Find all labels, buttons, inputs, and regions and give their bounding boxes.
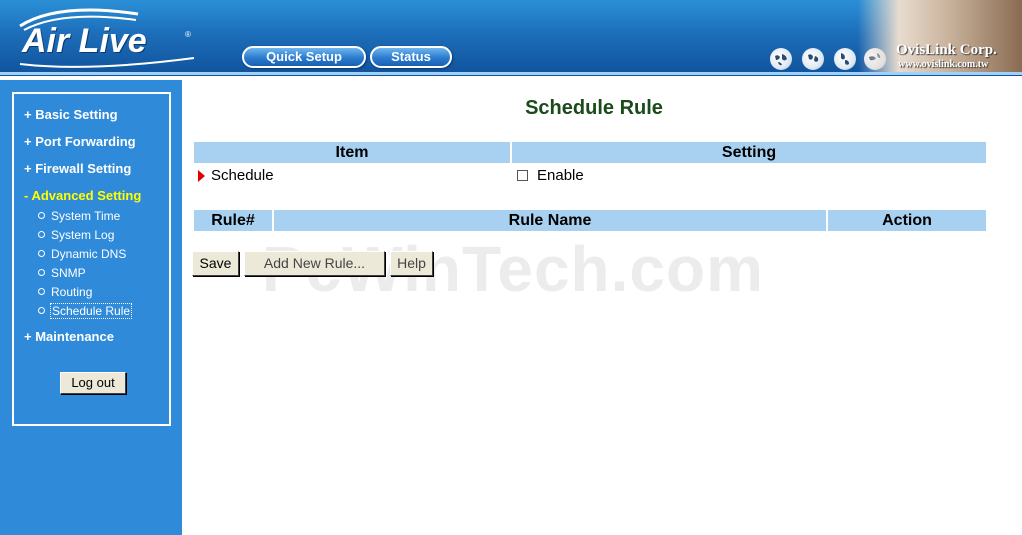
logout-button[interactable]: Log out	[60, 372, 126, 394]
help-button[interactable]: Help	[390, 251, 433, 276]
quick-setup-button[interactable]: Quick Setup	[242, 46, 366, 68]
add-new-rule-button[interactable]: Add New Rule...	[244, 251, 385, 276]
schedule-label: Schedule	[211, 167, 274, 184]
submenu-routing[interactable]: Routing	[38, 285, 92, 299]
globe-icon	[770, 48, 792, 70]
submenu-label: Schedule Rule	[49, 303, 133, 319]
bullet-icon	[38, 212, 45, 220]
corp-name: OvisLink Corp.	[896, 42, 997, 58]
page-title: Schedule Rule	[525, 97, 663, 119]
save-button[interactable]: Save	[192, 251, 239, 276]
column-header-setting: Setting	[512, 142, 986, 163]
submenu-label: System Log	[51, 228, 115, 242]
submenu-label: System Time	[51, 209, 121, 223]
menu-advanced-setting[interactable]: - Advanced Setting	[24, 188, 141, 203]
enable-label: Enable	[537, 167, 584, 184]
sidebar-menu: + Basic Setting + Port Forwarding + Fire…	[12, 92, 171, 426]
column-header-item: Item	[194, 142, 510, 163]
header-banner: Air Live ® Quick Setup Status OvisLink C…	[0, 0, 1022, 80]
submenu-snmp[interactable]: SNMP	[38, 266, 86, 280]
submenu-label: Routing	[51, 285, 93, 299]
header-divider	[0, 72, 1022, 75]
logo-text: Air Live	[22, 22, 147, 60]
bullet-icon	[38, 250, 45, 258]
globe-icon	[802, 48, 824, 70]
submenu-dynamic-dns[interactable]: Dynamic DNS	[38, 247, 126, 261]
submenu-system-time[interactable]: System Time	[38, 209, 120, 223]
status-button[interactable]: Status	[370, 46, 452, 68]
menu-maintenance[interactable]: + Maintenance	[24, 329, 114, 344]
submenu-label: Dynamic DNS	[51, 247, 127, 261]
column-header-rule-number: Rule#	[194, 210, 272, 231]
corp-url: www.ovislink.com.tw	[898, 59, 989, 70]
submenu-schedule-rule[interactable]: Schedule Rule	[38, 303, 133, 319]
column-header-rule-name: Rule Name	[274, 210, 826, 231]
logo-registered-mark: ®	[185, 30, 191, 39]
arrow-right-icon	[198, 170, 205, 182]
globe-icon	[834, 48, 856, 70]
column-header-action: Action	[828, 210, 986, 231]
bullet-icon	[38, 307, 45, 315]
menu-firewall-setting[interactable]: + Firewall Setting	[24, 161, 131, 176]
bullet-icon	[38, 269, 45, 277]
bullet-icon	[38, 288, 45, 296]
bullet-icon	[38, 231, 45, 239]
enable-checkbox[interactable]	[517, 170, 528, 181]
menu-basic-setting[interactable]: + Basic Setting	[24, 107, 118, 122]
menu-port-forwarding[interactable]: + Port Forwarding	[24, 134, 136, 149]
sidebar: + Basic Setting + Port Forwarding + Fire…	[0, 80, 182, 535]
submenu-system-log[interactable]: System Log	[38, 228, 114, 242]
submenu-label: SNMP	[51, 266, 86, 280]
